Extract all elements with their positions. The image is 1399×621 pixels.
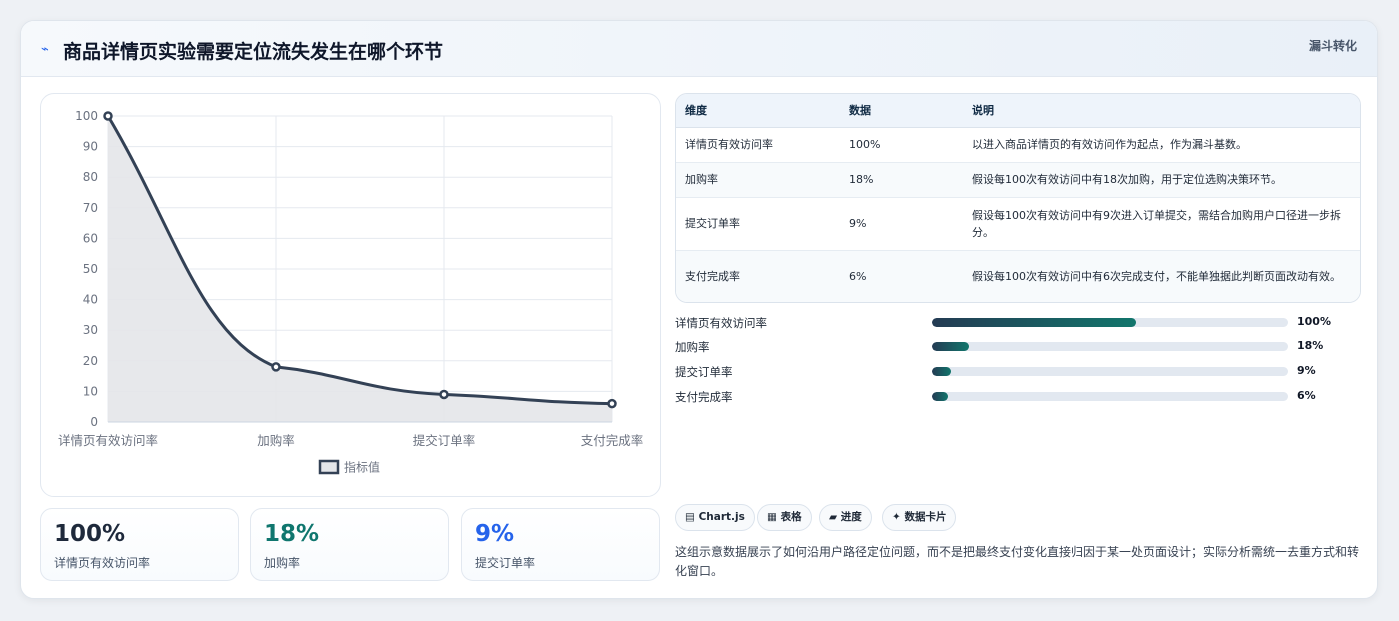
- chart-icon: ▤: [685, 511, 695, 523]
- chip-chartjs[interactable]: ▤ Chart.js: [675, 504, 755, 531]
- progress-fill: [932, 392, 949, 401]
- table-header: 说明: [963, 94, 1360, 128]
- legend-label: 指标值: [344, 460, 380, 475]
- category-tag: 漏斗转化: [1308, 39, 1357, 53]
- progress-track: [932, 318, 1288, 327]
- progress-track: [932, 392, 1288, 401]
- table-cell: 以进入商品详情页的有效访问作为起点，作为漏斗基数。: [963, 127, 1360, 163]
- table-icon: ▦: [767, 511, 777, 523]
- y-tick-label: 50: [83, 262, 98, 276]
- stat-label: 详情页有效访问率: [54, 556, 151, 570]
- sparkle-icon: ✦: [892, 511, 901, 523]
- progress-value: 18%: [1297, 339, 1324, 352]
- progress-label: 支付完成率: [675, 390, 733, 404]
- x-tick-label: 提交订单率: [413, 433, 476, 448]
- table-cell: 提交订单率: [676, 197, 840, 251]
- progress-track: [932, 367, 1288, 376]
- chip-label: 进度: [840, 511, 862, 523]
- funnel-card: ⌁ 商品详情页实验需要定位流失发生在哪个环节 漏斗转化 0 10 20 30 40 50 6…: [20, 20, 1378, 599]
- progress-icon: ▰: [829, 511, 838, 523]
- lightning-icon: ⌁: [41, 42, 49, 57]
- stat-value: 18%: [264, 521, 320, 547]
- progress-row: 加购率 18%: [675, 339, 1361, 354]
- funnel-line-chart: 0 10 20 30 40 50 60 70 80 90 100 详情页有效访问率 加购率 提交订单率 支付…: [58, 109, 644, 475]
- progress-value: 100%: [1297, 315, 1331, 328]
- table-header-row: 维度 数据 说明: [676, 94, 1360, 128]
- progress-track: [932, 342, 1288, 351]
- page-title: 商品详情页实验需要定位流失发生在哪个环节: [63, 41, 444, 63]
- table-row: 详情页有效访问率 100% 以进入商品详情页的有效访问作为起点，作为漏斗基数。: [676, 127, 1360, 163]
- x-tick-label: 详情页有效访问率: [58, 433, 158, 448]
- table-cell: 支付完成率: [676, 250, 840, 302]
- progress-fill: [932, 318, 1137, 327]
- stat-value: 100%: [54, 521, 126, 547]
- y-tick-label: 100: [75, 109, 98, 123]
- table-cell: 假设每100次有效访问中有6次完成支付，不能单独据此判断页面改动有效。: [963, 250, 1360, 302]
- progress-row: 提交订单率 9%: [675, 364, 1361, 379]
- progress-label: 详情页有效访问率: [675, 316, 767, 330]
- stat-card-visit: 100% 详情页有效访问率: [40, 508, 239, 581]
- chip-table[interactable]: ▦ 表格: [757, 504, 812, 531]
- progress-row: 支付完成率 6%: [675, 389, 1361, 404]
- y-tick-label: 30: [83, 323, 98, 337]
- stat-card-cart: 18% 加购率: [250, 508, 449, 581]
- progress-label: 加购率: [675, 340, 710, 354]
- y-tick-label: 20: [83, 354, 98, 368]
- table-header: 数据: [840, 94, 963, 128]
- table-cell: 假设每100次有效访问中有18次加购，用于定位选购决策环节。: [963, 162, 1360, 198]
- stat-label: 提交订单率: [475, 556, 536, 570]
- table-cell: 加购率: [676, 162, 840, 198]
- y-tick-label: 0: [90, 415, 98, 429]
- progress-fill: [932, 342, 969, 351]
- y-tick-label: 10: [83, 384, 98, 398]
- chip-progress[interactable]: ▰ 进度: [819, 504, 872, 531]
- table-cell: 详情页有效访问率: [676, 127, 840, 163]
- table-row: 提交订单率 9% 假设每100次有效访问中有9次进入订单提交，需结合加购用户口径…: [676, 197, 1360, 251]
- table-row: 加购率 18% 假设每100次有效访问中有18次加购，用于定位选购决策环节。: [676, 162, 1360, 198]
- table-cell: 假设每100次有效访问中有9次进入订单提交，需结合加购用户口径进一步拆分。: [963, 197, 1360, 251]
- y-tick-label: 60: [83, 231, 98, 245]
- progress-row: 详情页有效访问率 100%: [675, 315, 1361, 330]
- chip-data-card[interactable]: ✦ 数据卡片: [882, 504, 957, 531]
- data-point: [607, 398, 617, 409]
- table-cell: 18%: [840, 162, 963, 198]
- y-tick-label: 90: [83, 140, 98, 154]
- table-cell: 6%: [840, 250, 963, 302]
- table-cell: 9%: [840, 197, 963, 251]
- chart-panel: 0 10 20 30 40 50 60 70 80 90 100 详情页有效访问率 加购率 提交订单率 支付…: [40, 93, 661, 497]
- stat-label: 加购率: [264, 556, 301, 570]
- table-row: 支付完成率 6% 假设每100次有效访问中有6次完成支付，不能单独据此判断页面改…: [676, 250, 1360, 302]
- data-point: [103, 111, 113, 121]
- progress-label: 提交订单率: [675, 365, 733, 379]
- chip-label: 表格: [780, 511, 802, 523]
- y-tick-label: 40: [83, 293, 98, 307]
- x-tick-label: 加购率: [257, 433, 295, 448]
- data-table-panel: 维度 数据 说明 详情页有效访问率 100% 以进入商品详情页的有效访问作为起点…: [675, 93, 1361, 303]
- progress-value: 9%: [1297, 364, 1316, 377]
- progress-value: 6%: [1297, 389, 1316, 402]
- data-point: [271, 362, 281, 372]
- chip-label: 数据卡片: [904, 511, 947, 523]
- x-tick-label: 支付完成率: [581, 433, 644, 448]
- chip-label: Chart.js: [698, 511, 745, 523]
- stat-card-order: 9% 提交订单率: [461, 508, 660, 581]
- data-table: 维度 数据 说明 详情页有效访问率 100% 以进入商品详情页的有效访问作为起点…: [676, 94, 1360, 302]
- table-header: 维度: [676, 94, 840, 128]
- stat-value: 9%: [475, 521, 515, 547]
- table-cell: 100%: [840, 127, 963, 163]
- card-header: ⌁ 商品详情页实验需要定位流失发生在哪个环节 漏斗转化: [21, 21, 1377, 77]
- data-point: [439, 389, 449, 400]
- y-tick-label: 70: [83, 201, 98, 215]
- y-tick-label: 80: [83, 170, 98, 184]
- legend-swatch: [318, 459, 340, 475]
- progress-fill: [932, 367, 951, 376]
- summary-note: 这组示意数据展示了如何沿用户路径定位问题，而不是把最终支付变化直接归因于某一处页…: [675, 545, 1360, 578]
